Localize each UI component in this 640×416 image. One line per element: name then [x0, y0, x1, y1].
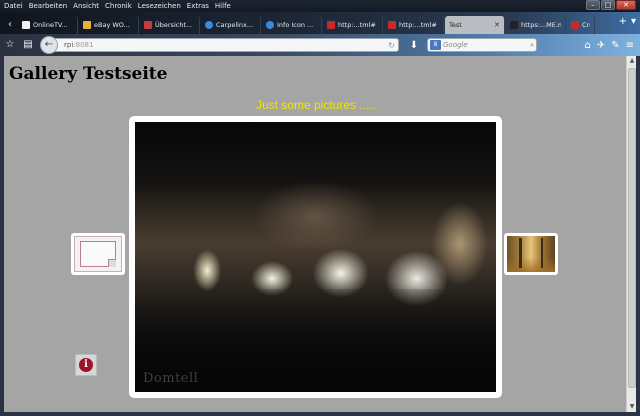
page-subtitle: Just some pictures ..... — [255, 98, 377, 112]
info-icon: i — [79, 358, 93, 372]
menu-file[interactable]: Datei — [4, 2, 23, 10]
photo-watermark: Domtell — [143, 371, 199, 386]
list-tabs-icon[interactable]: ▾ — [631, 16, 636, 27]
missing-image-icon — [74, 236, 122, 272]
previous-thumbnail[interactable] — [71, 233, 125, 275]
info-button[interactable]: i — [75, 354, 97, 376]
tab-favicon-icon — [22, 21, 30, 29]
tab-label: Carpelinx... — [216, 21, 254, 29]
search-placeholder: Google — [443, 41, 468, 49]
menu-bar: Datei Bearbeiten Ansicht Chronik Lesezei… — [0, 0, 640, 12]
download-icon[interactable]: ⬇ — [407, 40, 421, 51]
tab-7-active[interactable]: Test ✕ — [445, 16, 505, 34]
menu-icon[interactable]: ≡ — [626, 40, 634, 51]
tab-2[interactable]: Übersicht... — [140, 16, 200, 34]
nav-tools: ⌂ ✈ ✎ ≡ — [584, 40, 640, 51]
forest-thumbnail-image — [507, 236, 555, 272]
tab-favicon-icon — [144, 21, 152, 29]
tab-bar: ‹ OnlineTV... eBay WO... Übersicht... Ca… — [0, 12, 640, 34]
main-photo: Domtell — [135, 122, 496, 392]
tab-scroll-left-icon[interactable]: ‹ — [2, 16, 18, 34]
page-fold — [108, 259, 116, 267]
menu-bookmarks[interactable]: Lesezeichen — [138, 2, 181, 10]
tab-9[interactable]: Cre... — [567, 16, 595, 34]
tab-label: Cre... — [582, 21, 590, 29]
tab-1[interactable]: eBay WO... — [79, 16, 139, 34]
back-button[interactable]: ← — [40, 36, 58, 54]
tab-tools: + ▾ — [619, 16, 640, 27]
tab-label: http:...tml# — [338, 21, 376, 29]
minimize-button[interactable]: – — [586, 0, 600, 10]
tools-icon[interactable]: ✎ — [611, 40, 619, 51]
scroll-down-icon[interactable]: ▼ — [627, 402, 637, 412]
tab-favicon-icon — [510, 21, 518, 29]
search-input[interactable]: 8 Google ⌕ — [427, 38, 537, 52]
bookmark-star-icon[interactable]: ☆ — [2, 37, 18, 53]
tab-label: OnlineTV... — [33, 21, 68, 29]
menu-help[interactable]: Hilfe — [215, 2, 231, 10]
tab-0[interactable]: OnlineTV... — [18, 16, 78, 34]
maximize-button[interactable]: □ — [601, 0, 615, 10]
menu-tools[interactable]: Extras — [187, 2, 209, 10]
tab-8[interactable]: https:...ME.md — [506, 16, 566, 34]
window-right-edge — [636, 56, 640, 416]
tab-6[interactable]: http:...tml# — [384, 16, 444, 34]
menu-history[interactable]: Chronik — [105, 2, 132, 10]
tree-trunk — [519, 238, 522, 268]
tab-label: Übersicht... — [155, 21, 193, 29]
tab-favicon-icon — [388, 21, 396, 29]
tab-label: https:...ME.md — [521, 21, 561, 29]
main-image-frame[interactable]: Domtell — [129, 116, 502, 398]
bookmarks-list-icon[interactable]: ▤ — [20, 37, 36, 53]
menu-edit[interactable]: Bearbeiten — [29, 2, 67, 10]
search-engine-icon[interactable]: 8 — [430, 40, 441, 50]
page-viewport: Gallery Testseite Just some pictures ...… — [4, 56, 626, 412]
home-icon[interactable]: ⌂ — [584, 40, 590, 51]
tab-favicon-icon — [205, 21, 213, 29]
nav-bar: ☆ ▤ ← rpi:8081 ↻ ⬇ 8 Google ⌕ ⌂ ✈ ✎ ≡ — [0, 34, 640, 56]
tab-label: Test — [449, 21, 462, 29]
page-scrollbar[interactable]: ▲ ▼ — [626, 56, 636, 412]
new-tab-icon[interactable]: + — [619, 16, 627, 27]
menu-view[interactable]: Ansicht — [73, 2, 99, 10]
addon-icon[interactable]: ✈ — [597, 40, 605, 51]
tab-label: Info Icon ... — [277, 21, 314, 29]
reload-icon[interactable]: ↻ — [388, 41, 395, 50]
tab-3[interactable]: Carpelinx... — [201, 16, 261, 34]
url-port: :8081 — [73, 41, 94, 49]
tab-label: eBay WO... — [94, 21, 130, 29]
tab-5[interactable]: http:...tml# — [323, 16, 383, 34]
window-bottom-edge — [0, 412, 640, 416]
tree-trunk — [541, 238, 543, 268]
scrollbar-thumb[interactable] — [628, 68, 636, 388]
search-icon[interactable]: ⌕ — [530, 41, 534, 50]
tab-favicon-icon — [327, 21, 335, 29]
tab-favicon-icon — [266, 21, 274, 29]
close-window-button[interactable]: ✕ — [616, 0, 636, 10]
tab-4[interactable]: Info Icon ... — [262, 16, 322, 34]
page-title: Gallery Testseite — [9, 64, 168, 84]
tab-label: http:...tml# — [399, 21, 437, 29]
url-host: rpi — [64, 41, 74, 49]
close-tab-icon[interactable]: ✕ — [494, 21, 500, 29]
next-thumbnail[interactable] — [504, 233, 558, 275]
tab-favicon-icon — [83, 21, 91, 29]
scroll-up-icon[interactable]: ▲ — [627, 56, 637, 66]
url-bar[interactable]: rpi:8081 ↻ — [53, 38, 399, 52]
tab-favicon-icon — [571, 21, 579, 29]
window-controls: – □ ✕ — [586, 0, 636, 10]
